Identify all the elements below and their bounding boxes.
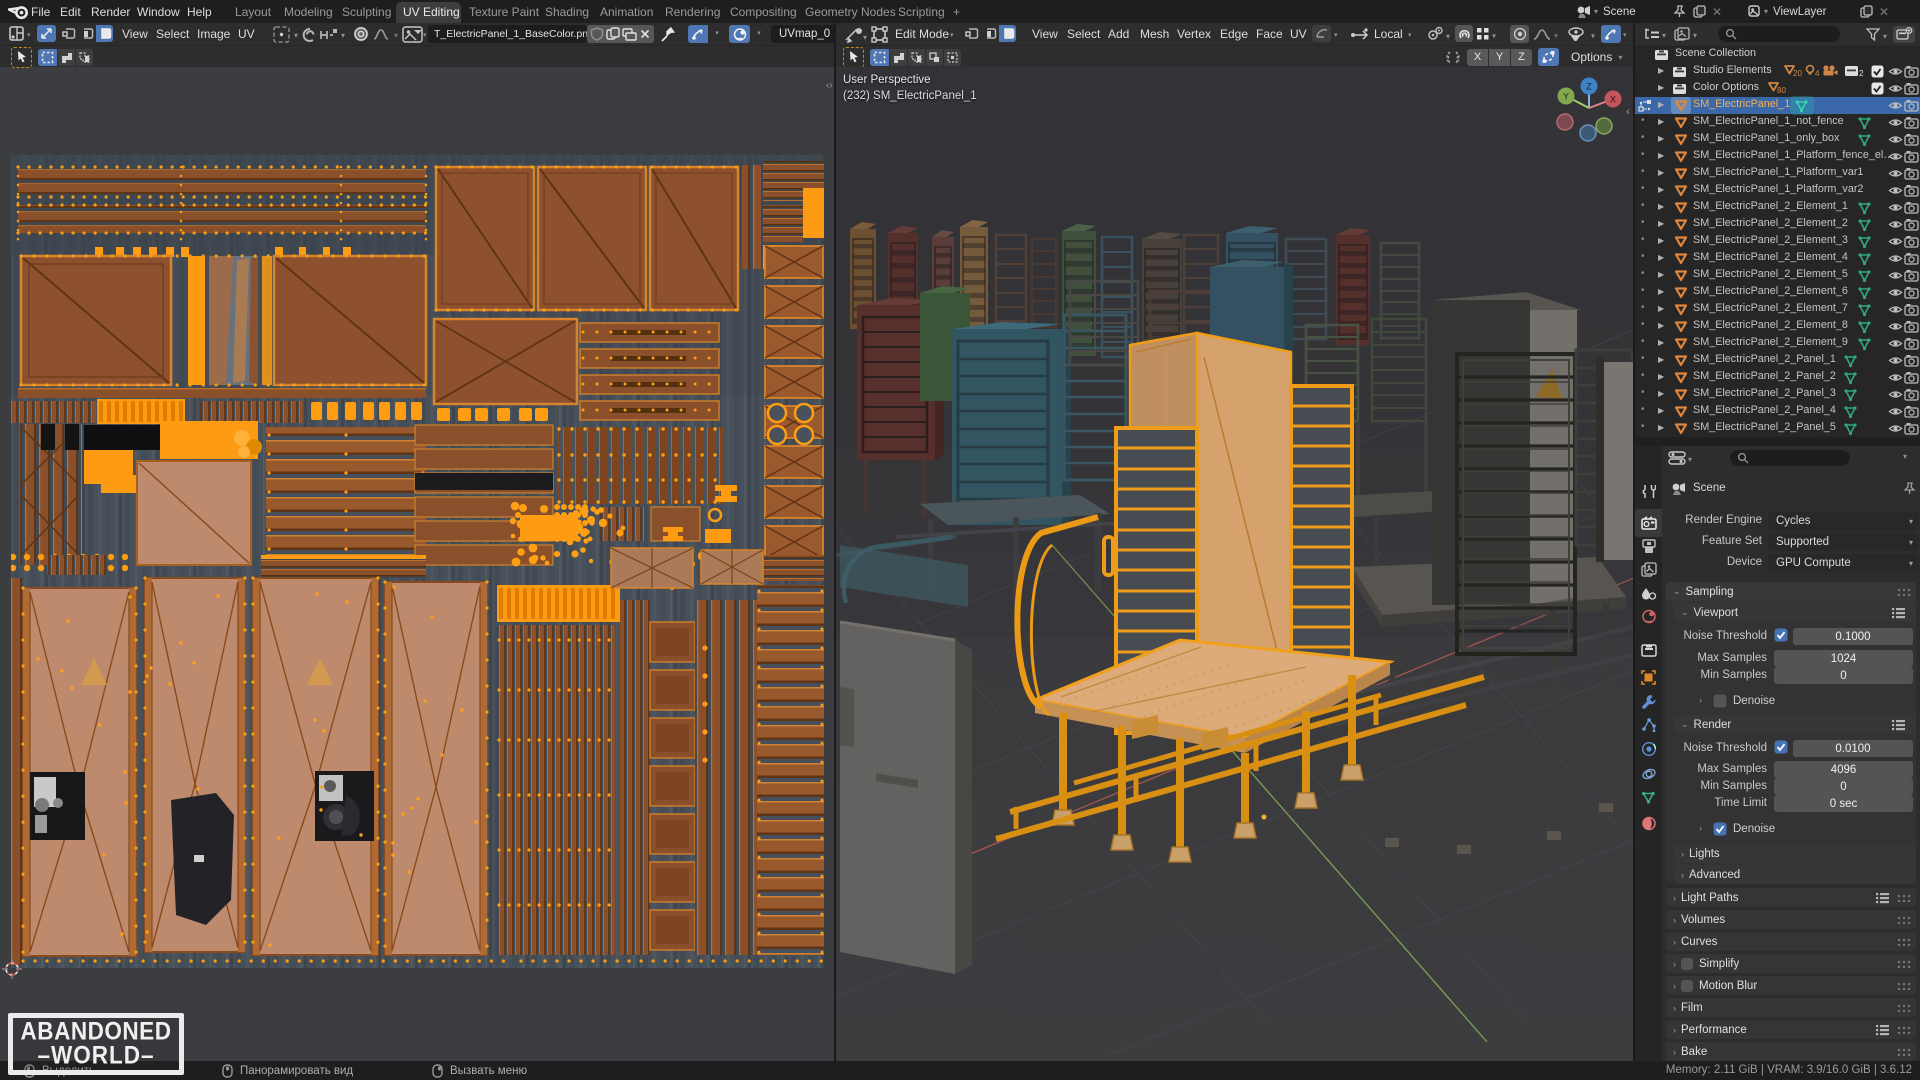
svg-text:▾: ▾ <box>1446 32 1450 41</box>
svg-text:80: 80 <box>1777 86 1786 95</box>
svg-text:▾: ▾ <box>1554 32 1558 41</box>
svg-text:4: 4 <box>1815 69 1820 78</box>
svg-text:▾: ▾ <box>863 33 867 42</box>
svg-text:▾: ▾ <box>1662 31 1666 40</box>
svg-text:X: X <box>1610 94 1616 104</box>
svg-text:Z: Z <box>1586 81 1592 91</box>
svg-text:Y: Y <box>1563 91 1569 101</box>
svg-text:20: 20 <box>1793 69 1802 78</box>
svg-text:▾: ▾ <box>1591 32 1595 41</box>
svg-text:▾: ▾ <box>1688 455 1692 464</box>
svg-text:▾: ▾ <box>341 31 345 40</box>
svg-text:▾: ▾ <box>1883 32 1887 41</box>
svg-text:▾: ▾ <box>1693 31 1697 40</box>
svg-text:▾: ▾ <box>1492 32 1496 41</box>
svg-text:▾: ▾ <box>294 31 298 40</box>
svg-text:2: 2 <box>1859 69 1864 78</box>
svg-text:▾: ▾ <box>394 31 398 40</box>
